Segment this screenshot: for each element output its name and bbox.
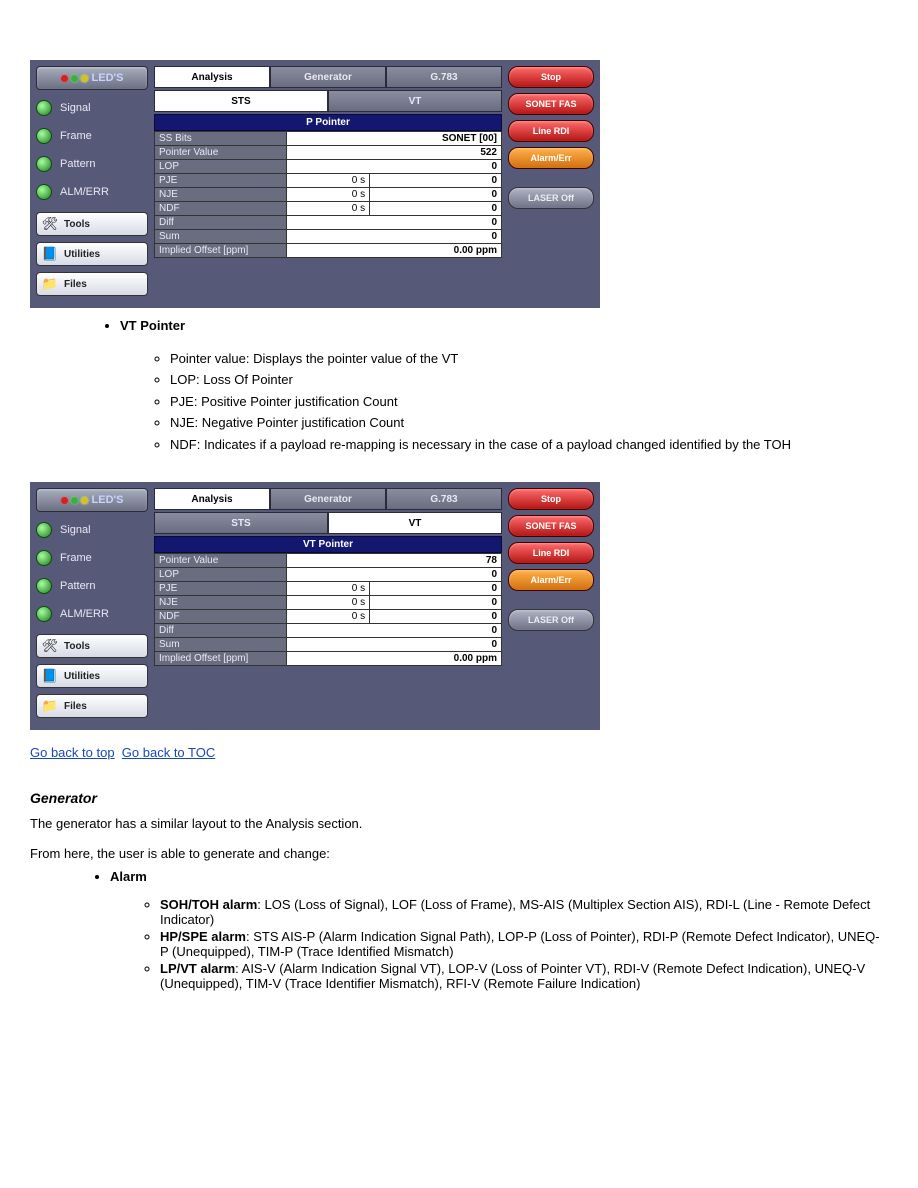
tab-g783[interactable]: G.783 [386,488,502,510]
list-item: Pointer value: Displays the pointer valu… [170,349,888,369]
led-item-signal: Signal [36,100,148,116]
sonet-fas-button[interactable]: SONET FAS [508,93,594,115]
table-row: Diff0 [155,216,502,230]
doc-text: VT Pointer Pointer value: Displays the p… [40,316,888,454]
table-row: Pointer Value78 [155,554,502,568]
led-item-pattern: Pattern [36,578,148,594]
table-row: Sum0 [155,638,502,652]
subtab-sts[interactable]: STS [154,512,328,534]
table-row: LOP0 [155,568,502,582]
screenshot-p-pointer: LED'S Signal Frame Pattern ALM/ERR 🛠Tool… [30,60,600,308]
utilities-button[interactable]: 📘Utilities [36,664,148,688]
table-row: Pointer Value522 [155,146,502,160]
list-item: LOP: Loss Of Pointer [170,370,888,390]
section-header: VT Pointer [154,536,502,553]
laser-off-button[interactable]: LASER Off [508,609,594,631]
table-row: NDF0 s0 [155,610,502,624]
laser-off-button[interactable]: LASER Off [508,187,594,209]
go-toc-link[interactable]: Go back to TOC [122,745,215,760]
table-row: LOP0 [155,160,502,174]
tools-icon: 🛠 [42,216,58,232]
list-item: PJE: Positive Pointer justification Coun… [170,392,888,412]
pointer-table: Pointer Value78 LOP0 PJE0 s0 NJE0 s0 NDF… [154,553,502,666]
subtab-vt[interactable]: VT [328,90,502,112]
files-icon: 📁 [42,698,58,714]
led-indicator-icon [36,128,52,144]
list-item: NJE: Negative Pointer justification Coun… [170,413,888,433]
utilities-icon: 📘 [42,246,58,262]
table-row: PJE0 s0 [155,582,502,596]
table-row: NJE0 s0 [155,188,502,202]
leds-label: LED'S [92,494,124,506]
utilities-icon: 📘 [42,668,58,684]
list-item: HP/SPE alarm: STS AIS-P (Alarm Indicatio… [160,929,888,959]
led-item-almerr: ALM/ERR [36,184,148,200]
led-indicator-icon [36,100,52,116]
table-row: Diff0 [155,624,502,638]
alarm-err-button[interactable]: Alarm/Err [508,147,594,169]
files-button[interactable]: 📁Files [36,272,148,296]
pointer-table: SS BitsSONET [00] Pointer Value522 LOP0 … [154,131,502,258]
table-row: Implied Offset [ppm]0.00 ppm [155,652,502,666]
list-item: NDF: Indicates if a payload re-mapping i… [170,435,888,455]
led-indicator-icon [36,156,52,172]
alarm-err-button[interactable]: Alarm/Err [508,569,594,591]
generator-intro: The generator has a similar layout to th… [30,816,888,831]
tools-button[interactable]: 🛠Tools [36,212,148,236]
stop-button[interactable]: Stop [508,488,594,510]
tab-analysis[interactable]: Analysis [154,66,270,88]
tab-g783[interactable]: G.783 [386,66,502,88]
table-row: PJE0 s0 [155,174,502,188]
sonet-fas-button[interactable]: SONET FAS [508,515,594,537]
led-indicator-icon [36,550,52,566]
led-item-signal: Signal [36,522,148,538]
line-rdi-button[interactable]: Line RDI [508,120,594,142]
leds-button[interactable]: LED'S [36,488,148,512]
tab-generator[interactable]: Generator [270,488,386,510]
tab-generator[interactable]: Generator [270,66,386,88]
led-item-almerr: ALM/ERR [36,606,148,622]
generator-intro2: From here, the user is able to generate … [30,846,888,861]
tools-button[interactable]: 🛠Tools [36,634,148,658]
led-item-frame: Frame [36,550,148,566]
table-row: SS BitsSONET [00] [155,132,502,146]
line-rdi-button[interactable]: Line RDI [508,542,594,564]
files-icon: 📁 [42,276,58,292]
stop-button[interactable]: Stop [508,66,594,88]
tools-icon: 🛠 [42,638,58,654]
screenshot-vt-pointer: LED'S Signal Frame Pattern ALM/ERR 🛠Tool… [30,482,600,730]
table-row: NJE0 s0 [155,596,502,610]
list-item: LP/VT alarm: AIS-V (Alarm Indication Sig… [160,961,888,991]
leds-label: LED'S [92,72,124,84]
utilities-button[interactable]: 📘Utilities [36,242,148,266]
led-indicator-icon [36,578,52,594]
led-indicator-icon [36,606,52,622]
led-indicator-icon [36,184,52,200]
subtab-sts[interactable]: STS [154,90,328,112]
generator-title: Generator [30,790,888,806]
led-indicator-icon [36,522,52,538]
led-item-frame: Frame [36,128,148,144]
subtab-vt[interactable]: VT [328,512,502,534]
tab-analysis[interactable]: Analysis [154,488,270,510]
table-row: NDF0 s0 [155,202,502,216]
list-item: SOH/TOH alarm: LOS (Loss of Signal), LOF… [160,897,888,927]
go-top-link[interactable]: Go back to top [30,745,115,760]
files-button[interactable]: 📁Files [36,694,148,718]
table-row: Sum0 [155,230,502,244]
led-item-pattern: Pattern [36,156,148,172]
section-header: P Pointer [154,114,502,131]
table-row: Implied Offset [ppm]0.00 ppm [155,244,502,258]
leds-button[interactable]: LED'S [36,66,148,90]
